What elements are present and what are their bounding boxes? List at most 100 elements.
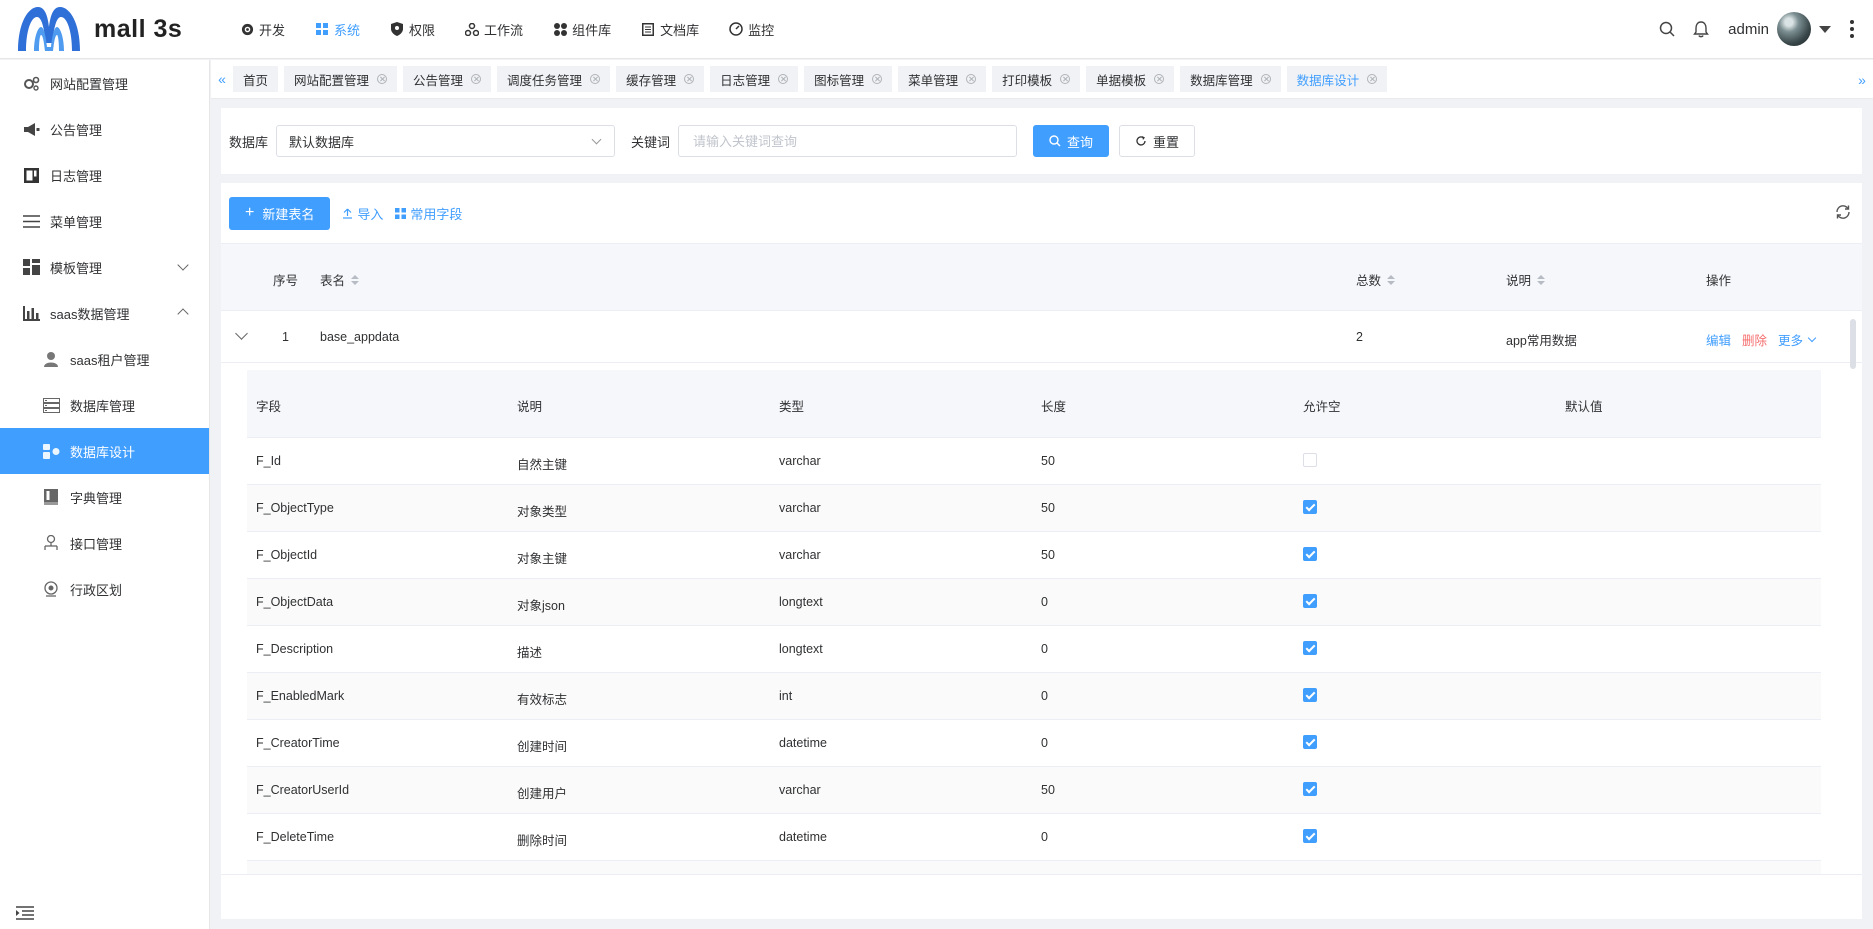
sidebar-item-saas-data[interactable]: saas数据管理 (0, 290, 209, 336)
nullable-checkbox[interactable] (1303, 500, 1317, 514)
tabs-scroll-left-icon[interactable]: « (211, 60, 233, 99)
upload-icon (342, 208, 353, 219)
tab-doc-template[interactable]: 单据模板 (1086, 66, 1175, 92)
field-name: F_DeleteTime (256, 830, 335, 844)
topnav-system[interactable]: 系统 (303, 0, 378, 59)
nullable-checkbox[interactable] (1303, 735, 1317, 749)
tab-announcement[interactable]: 公告管理 (403, 66, 492, 92)
tab-print-template[interactable]: 打印模板 (992, 66, 1081, 92)
chevron-down-icon[interactable] (235, 327, 248, 340)
sidebar-item-label: 数据库设计 (70, 444, 136, 460)
sidebar-item-label: saas租户管理 (70, 352, 150, 368)
avatar[interactable] (1777, 12, 1811, 46)
common-fields-button[interactable]: 常用字段 (395, 204, 462, 223)
tab-icons[interactable]: 图标管理 (804, 66, 893, 92)
caret-down-icon[interactable] (1819, 25, 1831, 33)
code-icon (240, 22, 254, 36)
field-desc: 自然主键 (517, 458, 568, 472)
more-vertical-icon[interactable] (1845, 20, 1859, 38)
sidebar-item-api[interactable]: 接口管理 (0, 520, 209, 566)
tab-close-icon[interactable] (872, 74, 883, 84)
collapse-sidebar-icon[interactable] (16, 905, 34, 921)
tab-home[interactable]: 首页 (233, 66, 279, 92)
table-card: + 新建表名 导入 常用字段 序号 表名 总数 说明 操作 1 base_app… (221, 183, 1862, 919)
document-icon (641, 22, 655, 36)
bell-icon[interactable] (1684, 12, 1718, 46)
topnav-workflow[interactable]: 工作流 (453, 0, 541, 59)
tab-label: 公告管理 (413, 73, 464, 88)
username[interactable]: admin (1728, 21, 1769, 38)
query-button-label: 查询 (1067, 134, 1094, 150)
tab-close-icon[interactable] (377, 74, 388, 84)
logo[interactable]: mall 3s (0, 0, 210, 59)
tabs-scroll-right-icon[interactable]: » (1851, 60, 1873, 99)
search-icon[interactable] (1650, 12, 1684, 46)
nullable-checkbox[interactable] (1303, 829, 1317, 843)
database-select[interactable]: 默认数据库 (276, 125, 616, 157)
scrollbar[interactable] (1850, 319, 1856, 369)
gauge-icon (729, 22, 743, 36)
sidebar-item-db-design[interactable]: 数据库设计 (0, 428, 209, 474)
more-dropdown[interactable]: 更多 (1778, 330, 1817, 349)
sidebar-item-db-manage[interactable]: 数据库管理 (0, 382, 209, 428)
header-name[interactable]: 表名 (320, 270, 360, 289)
sidebar-item-log[interactable]: 日志管理 (0, 152, 209, 198)
tab-close-icon[interactable] (966, 74, 977, 84)
query-button[interactable]: 查询 (1033, 125, 1110, 157)
sidebar-item-announcement[interactable]: 公告管理 (0, 106, 209, 152)
sort-icon[interactable] (351, 274, 360, 285)
tab-schedule[interactable]: 调度任务管理 (497, 66, 611, 92)
nullable-checkbox[interactable] (1303, 594, 1317, 608)
nullable-checkbox[interactable] (1303, 547, 1317, 561)
tab-close-icon[interactable] (590, 74, 601, 84)
tab-close-icon[interactable] (778, 74, 789, 84)
sidebar-item-saas-tenant[interactable]: saas租户管理 (0, 336, 209, 382)
tab-db-design[interactable]: 数据库设计 (1286, 66, 1388, 92)
plus-icon: + (245, 204, 255, 221)
reset-button[interactable]: 重置 (1119, 125, 1196, 157)
field-length: 50 (1041, 501, 1055, 515)
tab-site-config[interactable]: 网站配置管理 (284, 66, 398, 92)
header-desc[interactable]: 说明 (1506, 270, 1546, 289)
topnav-permission[interactable]: 权限 (378, 0, 453, 59)
sort-icon[interactable] (1537, 274, 1546, 285)
sidebar-item-dictionary[interactable]: 字典管理 (0, 474, 209, 520)
new-table-button[interactable]: + 新建表名 (229, 196, 331, 230)
header-total[interactable]: 总数 (1356, 270, 1396, 289)
nullable-checkbox[interactable] (1303, 453, 1317, 467)
refresh-table-icon[interactable] (1834, 203, 1852, 221)
topnav-components[interactable]: 组件库 (541, 0, 629, 59)
table-toolbar: + 新建表名 导入 常用字段 (221, 183, 1862, 243)
tab-db-manage[interactable]: 数据库管理 (1180, 66, 1281, 92)
table-row[interactable]: 1 base_appdata 2 app常用数据 编辑 删除 更多 (221, 311, 1862, 363)
sidebar-item-site-config[interactable]: 网站配置管理 (0, 60, 209, 106)
topnav-monitor[interactable]: 监控 (717, 0, 792, 59)
tab-menu[interactable]: 菜单管理 (898, 66, 987, 92)
tab-close-icon[interactable] (1154, 74, 1165, 84)
tab-log[interactable]: 日志管理 (710, 66, 799, 92)
field-name: F_ObjectData (256, 595, 334, 609)
keyword-input[interactable] (678, 125, 1018, 157)
topnav-docs[interactable]: 文档库 (629, 0, 717, 59)
tab-cache[interactable]: 缓存管理 (616, 66, 705, 92)
topnav-dev[interactable]: 开发 (228, 0, 303, 59)
nullable-checkbox[interactable] (1303, 688, 1317, 702)
chevron-up-icon (177, 308, 189, 320)
nullable-checkbox[interactable] (1303, 782, 1317, 796)
tab-close-icon[interactable] (684, 74, 695, 84)
edit-link[interactable]: 编辑 (1706, 330, 1731, 349)
tab-close-icon[interactable] (471, 74, 482, 84)
sort-icon[interactable] (1387, 274, 1396, 285)
dictionary-icon (42, 488, 60, 506)
header-field-desc: 说明 (517, 400, 543, 414)
import-button[interactable]: 导入 (342, 204, 383, 223)
nullable-checkbox[interactable] (1303, 641, 1317, 655)
sidebar-item-label: 接口管理 (70, 536, 123, 552)
tab-close-icon[interactable] (1260, 74, 1271, 84)
tab-close-icon[interactable] (1367, 74, 1378, 84)
sidebar-item-template[interactable]: 模板管理 (0, 244, 209, 290)
sidebar-item-region[interactable]: 行政区划 (0, 566, 209, 612)
sidebar-item-menu[interactable]: 菜单管理 (0, 198, 209, 244)
delete-link[interactable]: 删除 (1742, 330, 1767, 349)
tab-close-icon[interactable] (1060, 74, 1071, 84)
